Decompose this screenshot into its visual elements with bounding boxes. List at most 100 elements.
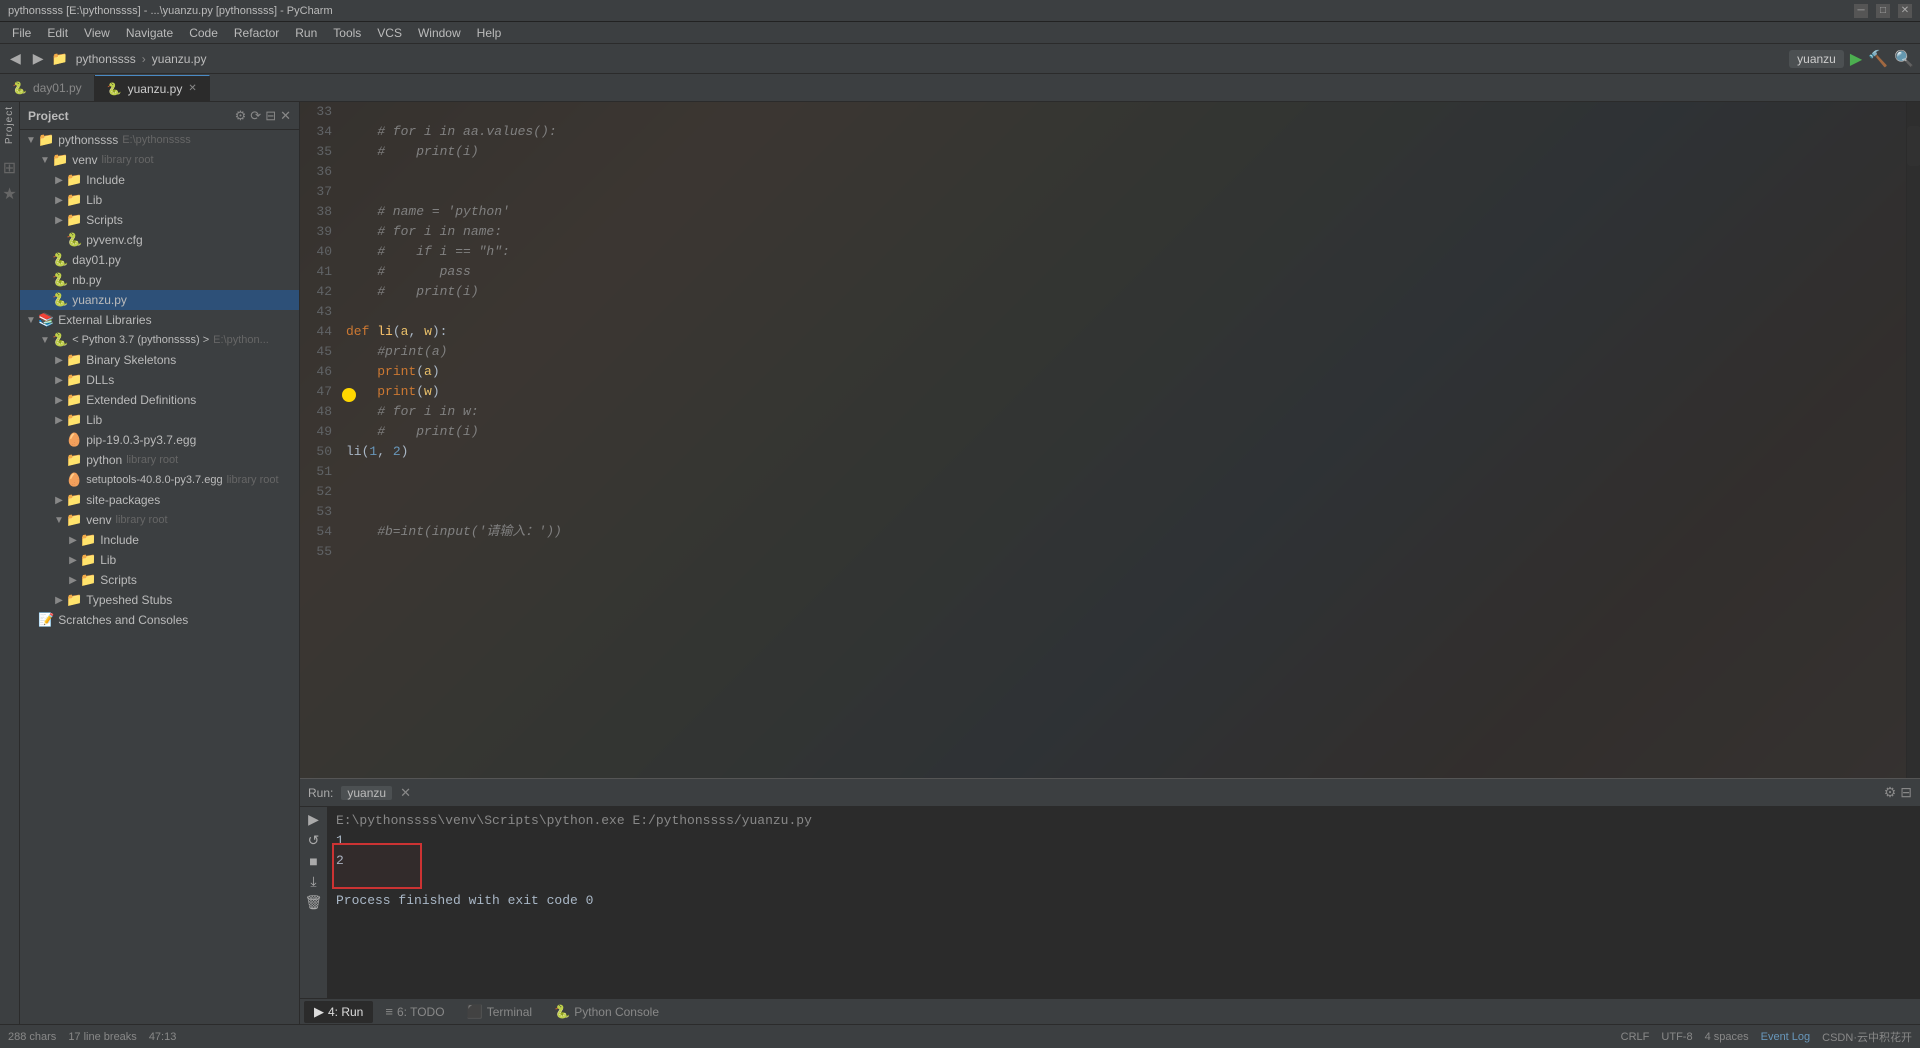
code-line-38: # name = 'python' (346, 202, 1920, 222)
run-button[interactable]: ▶ (1850, 49, 1862, 69)
tab-yuanzu[interactable]: 🐍 yuanzu.py ✕ (95, 75, 210, 101)
favorites-icon[interactable]: ★ (2, 184, 16, 204)
tree-item-site-pkgs[interactable]: ▶ 📁 site-packages (20, 490, 299, 510)
tree-item-lib3[interactable]: ▶ 📁 Lib (20, 550, 299, 570)
tree-item-python37[interactable]: ▼ 🐍 < Python 3.7 (pythonssss) > E:\pytho… (20, 330, 299, 350)
separator: › (142, 52, 146, 66)
tree-item-include2[interactable]: ▶ 📁 Include (20, 530, 299, 550)
ln-33: 33 (300, 102, 332, 122)
tab-icon-active: 🐍 (107, 82, 122, 96)
menu-item-tools[interactable]: Tools (325, 24, 369, 42)
window-controls: ─ □ ✕ (1854, 4, 1912, 18)
tree-item-nb[interactable]: 🐍 nb.py (20, 270, 299, 290)
menu-item-run[interactable]: Run (287, 24, 325, 42)
terminal-tab-icon: ⬛ (467, 1004, 483, 1020)
tree-item-typeshed[interactable]: ▶ 📁 Typeshed Stubs (20, 590, 299, 610)
tree-item-pyvenv[interactable]: 🐍 pyvenv.cfg (20, 230, 299, 250)
ln-52: 52 (300, 482, 332, 502)
bottom-tabs: ▶ 4: Run ≡ 6: TODO ⬛ Terminal 🐍 Python C… (300, 998, 1920, 1024)
run-config-label: yuanzu (1789, 50, 1844, 68)
menu-item-edit[interactable]: Edit (39, 24, 76, 42)
tree-item-scripts[interactable]: ▶ 📁 Scripts (20, 210, 299, 230)
close-sidebar-icon[interactable]: ✕ (280, 108, 291, 124)
bottom-tab-todo[interactable]: ≡ 6: TODO (375, 1001, 454, 1023)
status-right: CRLF UTF-8 4 spaces Event Log CSDN·云中积花开 (1621, 1029, 1912, 1045)
tree-item-setuptools-egg[interactable]: 🥚 setuptools-40.8.0-py3.7.egg library ro… (20, 470, 299, 490)
ln-41: 41 (300, 262, 332, 282)
sync-icon[interactable]: ⟳ (250, 108, 261, 124)
file-label: yuanzu.py (152, 52, 207, 66)
tree-item-day01[interactable]: 🐍 day01.py (20, 250, 299, 270)
run-scroll-button[interactable]: ⤓ (310, 873, 316, 890)
tree-item-lib2[interactable]: ▶ 📁 Lib (20, 410, 299, 430)
code-line-52 (346, 482, 1920, 502)
collapse-icon[interactable]: ⊟ (265, 108, 276, 124)
run-settings-button[interactable]: ⚙ (1884, 784, 1897, 801)
code-line-48: # for i in w: (346, 402, 1920, 422)
menu-item-code[interactable]: Code (181, 24, 226, 42)
bottom-tab-terminal[interactable]: ⬛ Terminal (457, 1001, 543, 1023)
tree-item-binary-skel[interactable]: ▶ 📁 Binary Skeletons (20, 350, 299, 370)
tree-item-venv[interactable]: ▼ 📁 venv library root (20, 150, 299, 170)
ln-38: 38 (300, 202, 332, 222)
code-container: 33 34 35 36 37 38 39 40 41 42 43 44 (300, 102, 1920, 778)
close-button[interactable]: ✕ (1898, 4, 1912, 18)
structure-icon[interactable]: ⊞ (3, 158, 16, 178)
menu-item-window[interactable]: Window (410, 24, 469, 42)
tree-item-pythonssss[interactable]: ▼ 📁 pythonssss E:\pythonssss (20, 130, 299, 150)
run-output-1: 1 (336, 831, 1912, 851)
menu-item-vcs[interactable]: VCS (369, 24, 410, 42)
run-pin-button[interactable]: ⊟ (1900, 784, 1912, 801)
run-clear-button[interactable]: 🗑 (305, 894, 323, 911)
tree-item-ext-defs[interactable]: ▶ 📁 Extended Definitions (20, 390, 299, 410)
tree-item-scratches[interactable]: 📝 Scratches and Consoles (20, 610, 299, 630)
code-line-40: # if i == "h": (346, 242, 1920, 262)
sidebar-title: Project (28, 109, 69, 123)
cog-icon[interactable]: ⚙ (235, 108, 247, 124)
tree-item-venv2[interactable]: ▼ 📁 venv library root (20, 510, 299, 530)
menu-item-file[interactable]: File (4, 24, 39, 42)
toolbar-forward-button[interactable]: ▶ (29, 48, 48, 69)
tree-item-python-lib[interactable]: 📁 python library root (20, 450, 299, 470)
build-button[interactable]: 🔨 (1868, 49, 1888, 69)
menu-item-refactor[interactable]: Refactor (226, 24, 287, 42)
toolbar-back-button[interactable]: ◀ (6, 48, 25, 69)
minimize-button[interactable]: ─ (1854, 4, 1868, 18)
code-line-45: #print(a) (346, 342, 1920, 362)
tree-item-pip-egg[interactable]: 🥚 pip-19.0.3-py3.7.egg (20, 430, 299, 450)
code-line-54: #b=int(input('请输入：')) (346, 522, 1920, 542)
code-line-43 (346, 302, 1920, 322)
run-config-name[interactable]: yuanzu (341, 786, 392, 800)
tree-item-lib[interactable]: ▶ 📁 Lib (20, 190, 299, 210)
tree-item-dlls[interactable]: ▶ 📁 DLLs (20, 370, 299, 390)
maximize-button[interactable]: □ (1876, 4, 1890, 18)
run-rerun-button[interactable]: ↺ (308, 832, 320, 849)
sidebar-header-icons: ⚙ ⟳ ⊟ ✕ (235, 108, 291, 124)
status-indent: 4 spaces (1705, 1031, 1749, 1043)
tree-item-extlibs[interactable]: ▼ 📚 External Libraries (20, 310, 299, 330)
run-play-button[interactable]: ▶ (308, 811, 319, 828)
run-finish-msg: Process finished with exit code 0 (336, 891, 1912, 911)
menu-item-navigate[interactable]: Navigate (118, 24, 181, 42)
tree-item-yuanzu[interactable]: 🐍 yuanzu.py (20, 290, 299, 310)
code-lines[interactable]: # for i in aa.values(): # print(i) # nam… (338, 102, 1920, 778)
tab-day01[interactable]: 🐍 day01.py (0, 75, 95, 101)
tree-item-include[interactable]: ▶ 📁 Include (20, 170, 299, 190)
menu-item-help[interactable]: Help (469, 24, 510, 42)
run-output: E:\pythonssss\venv\Scripts\python.exe E:… (328, 807, 1920, 998)
ln-53: 53 (300, 502, 332, 522)
status-event-log[interactable]: Event Log (1761, 1031, 1811, 1043)
run-stop-button[interactable]: ■ (309, 853, 317, 869)
bottom-tab-python-console[interactable]: 🐍 Python Console (544, 1001, 669, 1023)
tab-close-button[interactable]: ✕ (188, 83, 196, 94)
python-console-tab-icon: 🐍 (554, 1004, 570, 1020)
project-view-icon[interactable]: Project (4, 106, 15, 144)
tab-bar: 🐍 day01.py 🐍 yuanzu.py ✕ (0, 74, 1920, 102)
code-line-50: li(1, 2) (346, 442, 1920, 462)
tree-item-scripts2[interactable]: ▶ 📁 Scripts (20, 570, 299, 590)
search-button[interactable]: 🔍 (1894, 49, 1914, 69)
code-line-33 (346, 102, 1920, 122)
menu-item-view[interactable]: View (76, 24, 118, 42)
run-tab-close-icon[interactable]: ✕ (400, 785, 411, 801)
bottom-tab-run[interactable]: ▶ 4: Run (304, 1001, 373, 1023)
